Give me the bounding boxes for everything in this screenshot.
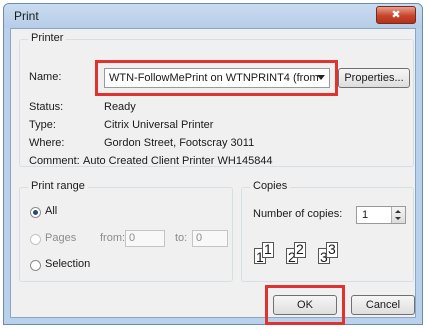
status-label: Status: — [29, 101, 64, 113]
to-input[interactable]: 0 — [192, 230, 228, 247]
title-bar[interactable]: Print ✖ — [4, 4, 422, 28]
all-label[interactable]: All — [45, 205, 57, 217]
where-value: Gordon Street, Footscray 3011 — [104, 137, 255, 149]
comment-label: Comment: — [29, 155, 80, 167]
collate-pages-icon: 1 1 2 2 3 3 — [254, 240, 374, 270]
copies-value[interactable]: 1 — [362, 209, 368, 221]
dialog-body: Printer Name: WTN-FollowMePrint on WTNPR… — [10, 28, 416, 325]
from-input[interactable]: 0 — [125, 230, 165, 247]
print-dialog-window: Print ✖ Printer Name: WTN-FollowMePrint … — [3, 3, 423, 325]
type-label: Type: — [29, 119, 56, 131]
spin-buttons[interactable] — [391, 207, 405, 223]
close-icon: ✖ — [391, 9, 401, 21]
printer-group: Printer Name: WTN-FollowMePrint on WTNPR… — [19, 32, 414, 167]
comment-value: Auto Created Client Printer WH145844 — [83, 155, 273, 167]
pages-label[interactable]: Pages — [45, 232, 76, 244]
status-value: Ready — [104, 101, 136, 113]
collate-page-number: 1 — [264, 241, 272, 257]
copies-group: Copies Number of copies: 1 1 1 2 2 3 3 — [241, 180, 414, 282]
spin-down-icon[interactable] — [395, 217, 401, 220]
copies-label: Copies — [250, 180, 291, 192]
ok-button[interactable]: OK — [273, 295, 337, 315]
collate-page-number: 3 — [328, 241, 336, 257]
print-range-label: Print range — [28, 180, 88, 192]
copies-spinner[interactable]: 1 — [356, 206, 406, 224]
selection-label[interactable]: Selection — [45, 258, 90, 270]
selection-radio[interactable] — [30, 260, 41, 271]
close-button[interactable]: ✖ — [376, 6, 416, 24]
window-title: Print — [14, 9, 39, 23]
name-label: Name: — [29, 71, 62, 83]
pages-radio[interactable] — [30, 234, 41, 245]
printer-name-highlight — [95, 60, 338, 96]
from-label: from: — [100, 232, 126, 244]
all-radio[interactable] — [30, 207, 41, 218]
print-range-group: Print range All Pages from: 0 to: 0 Sele… — [19, 180, 233, 282]
collate-page-number: 2 — [296, 241, 304, 257]
properties-button[interactable]: Properties... — [338, 68, 410, 88]
cancel-button[interactable]: Cancel — [351, 295, 415, 315]
to-label: to: — [175, 232, 188, 244]
where-label: Where: — [29, 137, 65, 149]
printer-group-label: Printer — [28, 32, 67, 44]
number-of-copies-label: Number of copies: — [253, 208, 343, 220]
spin-up-icon[interactable] — [395, 210, 401, 213]
type-value: Citrix Universal Printer — [104, 119, 214, 131]
